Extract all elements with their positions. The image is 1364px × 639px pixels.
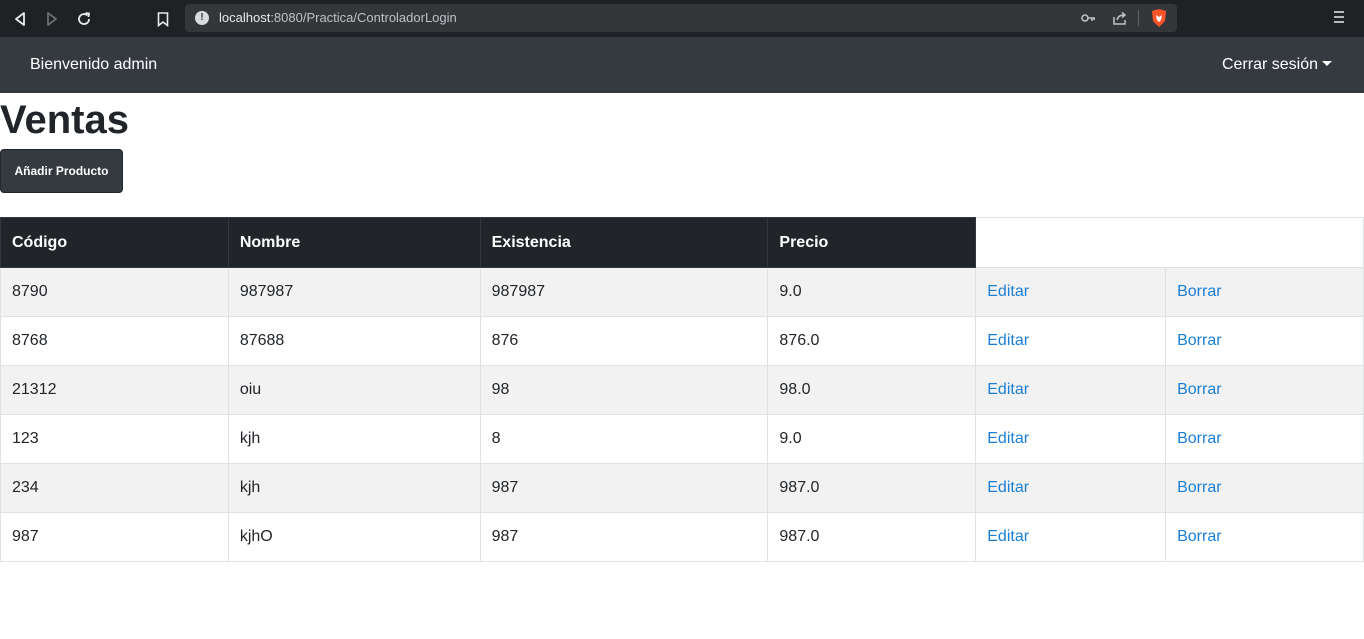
header-existencia: Existencia [479, 217, 769, 268]
cell-precio: 876.0 [767, 316, 977, 366]
cell-precio: 9.0 [767, 267, 977, 317]
address-divider [1138, 10, 1139, 26]
cell-existencia: 876 [479, 316, 769, 366]
address-bar[interactable]: ! localhost:8080/Practica/ControladorLog… [185, 4, 1177, 32]
cell-nombre: oiu [227, 365, 481, 415]
cell-delete: Borrar [1165, 316, 1364, 366]
cell-edit: Editar [975, 267, 1167, 317]
cell-codigo: 234 [0, 463, 229, 513]
cell-edit: Editar [975, 512, 1167, 562]
url-text[interactable]: localhost:8080/Practica/ControladorLogin [219, 10, 457, 25]
logout-dropdown[interactable]: Cerrar sesión [1222, 56, 1332, 74]
forward-icon[interactable] [41, 8, 63, 30]
cell-delete: Borrar [1165, 463, 1364, 513]
table-row: 21312 oiu 98 98.0 Editar Borrar [0, 365, 1364, 415]
add-product-button[interactable]: Añadir Producto [0, 149, 123, 193]
cell-existencia: 98 [479, 365, 769, 415]
cell-delete: Borrar [1165, 365, 1364, 415]
cell-delete: Borrar [1165, 267, 1364, 317]
table-row: 234 kjh 987 987.0 Editar Borrar [0, 463, 1364, 513]
bookmark-icon[interactable] [152, 8, 174, 30]
table-row: 8768 87688 876 876.0 Editar Borrar [0, 316, 1364, 366]
delete-link[interactable]: Borrar [1177, 381, 1221, 398]
delete-link[interactable]: Borrar [1177, 283, 1221, 300]
cell-delete: Borrar [1165, 414, 1364, 464]
products-table: Código Nombre Existencia Precio 8790 987… [0, 217, 1364, 562]
cell-nombre: kjhO [227, 512, 481, 562]
edit-link[interactable]: Editar [987, 332, 1029, 349]
key-icon[interactable] [1080, 10, 1096, 26]
edit-link[interactable]: Editar [987, 430, 1029, 447]
back-icon[interactable] [9, 8, 31, 30]
table-row: 123 kjh 8 9.0 Editar Borrar [0, 414, 1364, 464]
delete-link[interactable]: Borrar [1177, 430, 1221, 447]
cell-existencia: 987 [479, 463, 769, 513]
welcome-text: Bienvenido admin [30, 56, 158, 73]
cell-existencia: 987 [479, 512, 769, 562]
cell-precio: 98.0 [767, 365, 977, 415]
site-info-icon[interactable]: ! [195, 11, 209, 25]
cell-nombre: 87688 [227, 316, 481, 366]
delete-link[interactable]: Borrar [1177, 479, 1221, 496]
cell-codigo: 8790 [0, 267, 229, 317]
edit-link[interactable]: Editar [987, 381, 1029, 398]
delete-link[interactable]: Borrar [1177, 528, 1221, 545]
cell-codigo: 8768 [0, 316, 229, 366]
edit-link[interactable]: Editar [987, 283, 1029, 300]
browser-toolbar: ! localhost:8080/Practica/ControladorLog… [0, 0, 1364, 37]
table-header-row: Código Nombre Existencia Precio [0, 217, 1364, 268]
header-nombre: Nombre [227, 217, 481, 268]
cell-existencia: 987987 [479, 267, 769, 317]
url-path: :8080/Practica/ControladorLogin [270, 10, 457, 25]
reload-icon[interactable] [73, 8, 95, 30]
cell-edit: Editar [975, 463, 1167, 513]
cell-edit: Editar [975, 316, 1167, 366]
url-host: localhost [219, 10, 271, 25]
table-row: 987 kjhO 987 987.0 Editar Borrar [0, 512, 1364, 562]
header-actions-blank [975, 217, 1364, 268]
delete-link[interactable]: Borrar [1177, 332, 1221, 349]
cell-codigo: 987 [0, 512, 229, 562]
cell-nombre: 987987 [227, 267, 481, 317]
top-navbar: Bienvenido admin Cerrar sesión [0, 37, 1364, 93]
cell-nombre: kjh [227, 414, 481, 464]
browser-menu-icon[interactable] [1333, 10, 1349, 26]
edit-link[interactable]: Editar [987, 528, 1029, 545]
cell-nombre: kjh [227, 463, 481, 513]
header-precio: Precio [767, 217, 977, 268]
cell-codigo: 123 [0, 414, 229, 464]
brave-shields-icon[interactable] [1150, 8, 1168, 28]
cell-delete: Borrar [1165, 512, 1364, 562]
cell-precio: 987.0 [767, 463, 977, 513]
cell-existencia: 8 [479, 414, 769, 464]
logout-label: Cerrar sesión [1221, 56, 1318, 73]
header-codigo: Código [0, 217, 229, 268]
cell-edit: Editar [975, 414, 1167, 464]
page-title: Ventas [0, 98, 129, 142]
share-icon[interactable] [1112, 10, 1128, 26]
cell-precio: 9.0 [767, 414, 977, 464]
caret-down-icon [1322, 61, 1332, 66]
cell-codigo: 21312 [0, 365, 229, 415]
edit-link[interactable]: Editar [987, 479, 1029, 496]
cell-precio: 987.0 [767, 512, 977, 562]
table-row: 8790 987987 987987 9.0 Editar Borrar [0, 267, 1364, 317]
cell-edit: Editar [975, 365, 1167, 415]
